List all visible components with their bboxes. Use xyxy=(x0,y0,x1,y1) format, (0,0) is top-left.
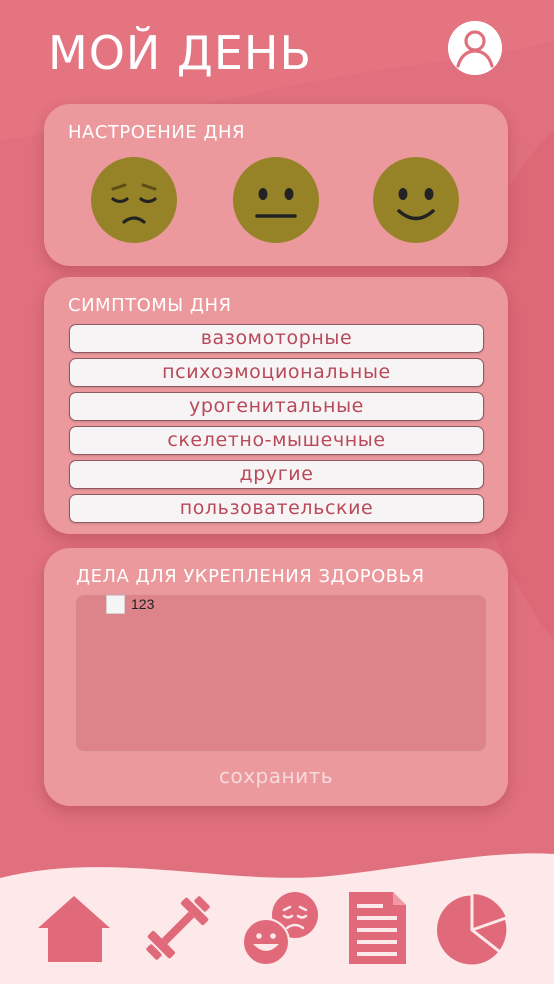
nav-moods-button[interactable] xyxy=(242,890,322,970)
health-tasks-card: ДЕЛА ДЛЯ УКРЕПЛЕНИЯ ЗДОРОВЬЯ 123 сохрани… xyxy=(44,548,508,806)
symptoms-card: СИМПТОМЫ ДНЯ вазомоторные психоэмоционал… xyxy=(44,277,508,534)
page-title: МОЙ ДЕНЬ xyxy=(48,26,313,80)
nav-documents-button[interactable] xyxy=(346,890,426,970)
symptom-psychoemotional-button[interactable]: психоэмоциональные xyxy=(69,358,484,387)
symptom-urogenital-button[interactable]: урогенитальные xyxy=(69,392,484,421)
symptom-other-button[interactable]: другие xyxy=(69,460,484,489)
task-label: 123 xyxy=(131,596,155,612)
happy-face-icon xyxy=(373,157,459,243)
tasks-list: 123 xyxy=(74,593,488,753)
save-button[interactable]: сохранить xyxy=(44,764,508,788)
home-icon xyxy=(38,896,110,962)
dumbbell-icon xyxy=(146,896,210,960)
nav-statistics-button[interactable] xyxy=(434,890,516,970)
sad-face-icon xyxy=(91,157,177,243)
task-item: 123 xyxy=(76,595,486,619)
neutral-face-icon xyxy=(233,157,319,243)
symptom-vasomotor-button[interactable]: вазомоторные xyxy=(69,324,484,353)
mood-neutral-button[interactable] xyxy=(232,156,320,244)
mood-happy-button[interactable] xyxy=(372,156,460,244)
symptoms-card-title: СИМПТОМЫ ДНЯ xyxy=(68,295,232,316)
nav-home-button[interactable] xyxy=(36,890,116,970)
profile-avatar-button[interactable] xyxy=(448,21,502,75)
symptom-custom-button[interactable]: пользовательские xyxy=(69,494,484,523)
pie-chart-icon xyxy=(434,892,510,968)
user-icon xyxy=(448,21,502,75)
moods-icon xyxy=(242,892,318,966)
nav-workout-button[interactable] xyxy=(138,890,218,970)
mood-card: НАСТРОЕНИЕ ДНЯ xyxy=(44,104,508,266)
document-icon xyxy=(349,892,406,964)
task-checkbox[interactable] xyxy=(106,595,125,614)
mood-sad-button[interactable] xyxy=(90,156,178,244)
health-tasks-card-title: ДЕЛА ДЛЯ УКРЕПЛЕНИЯ ЗДОРОВЬЯ xyxy=(76,566,425,587)
mood-card-title: НАСТРОЕНИЕ ДНЯ xyxy=(68,122,246,143)
symptom-musculoskeletal-button[interactable]: скелетно-мышечные xyxy=(69,426,484,455)
